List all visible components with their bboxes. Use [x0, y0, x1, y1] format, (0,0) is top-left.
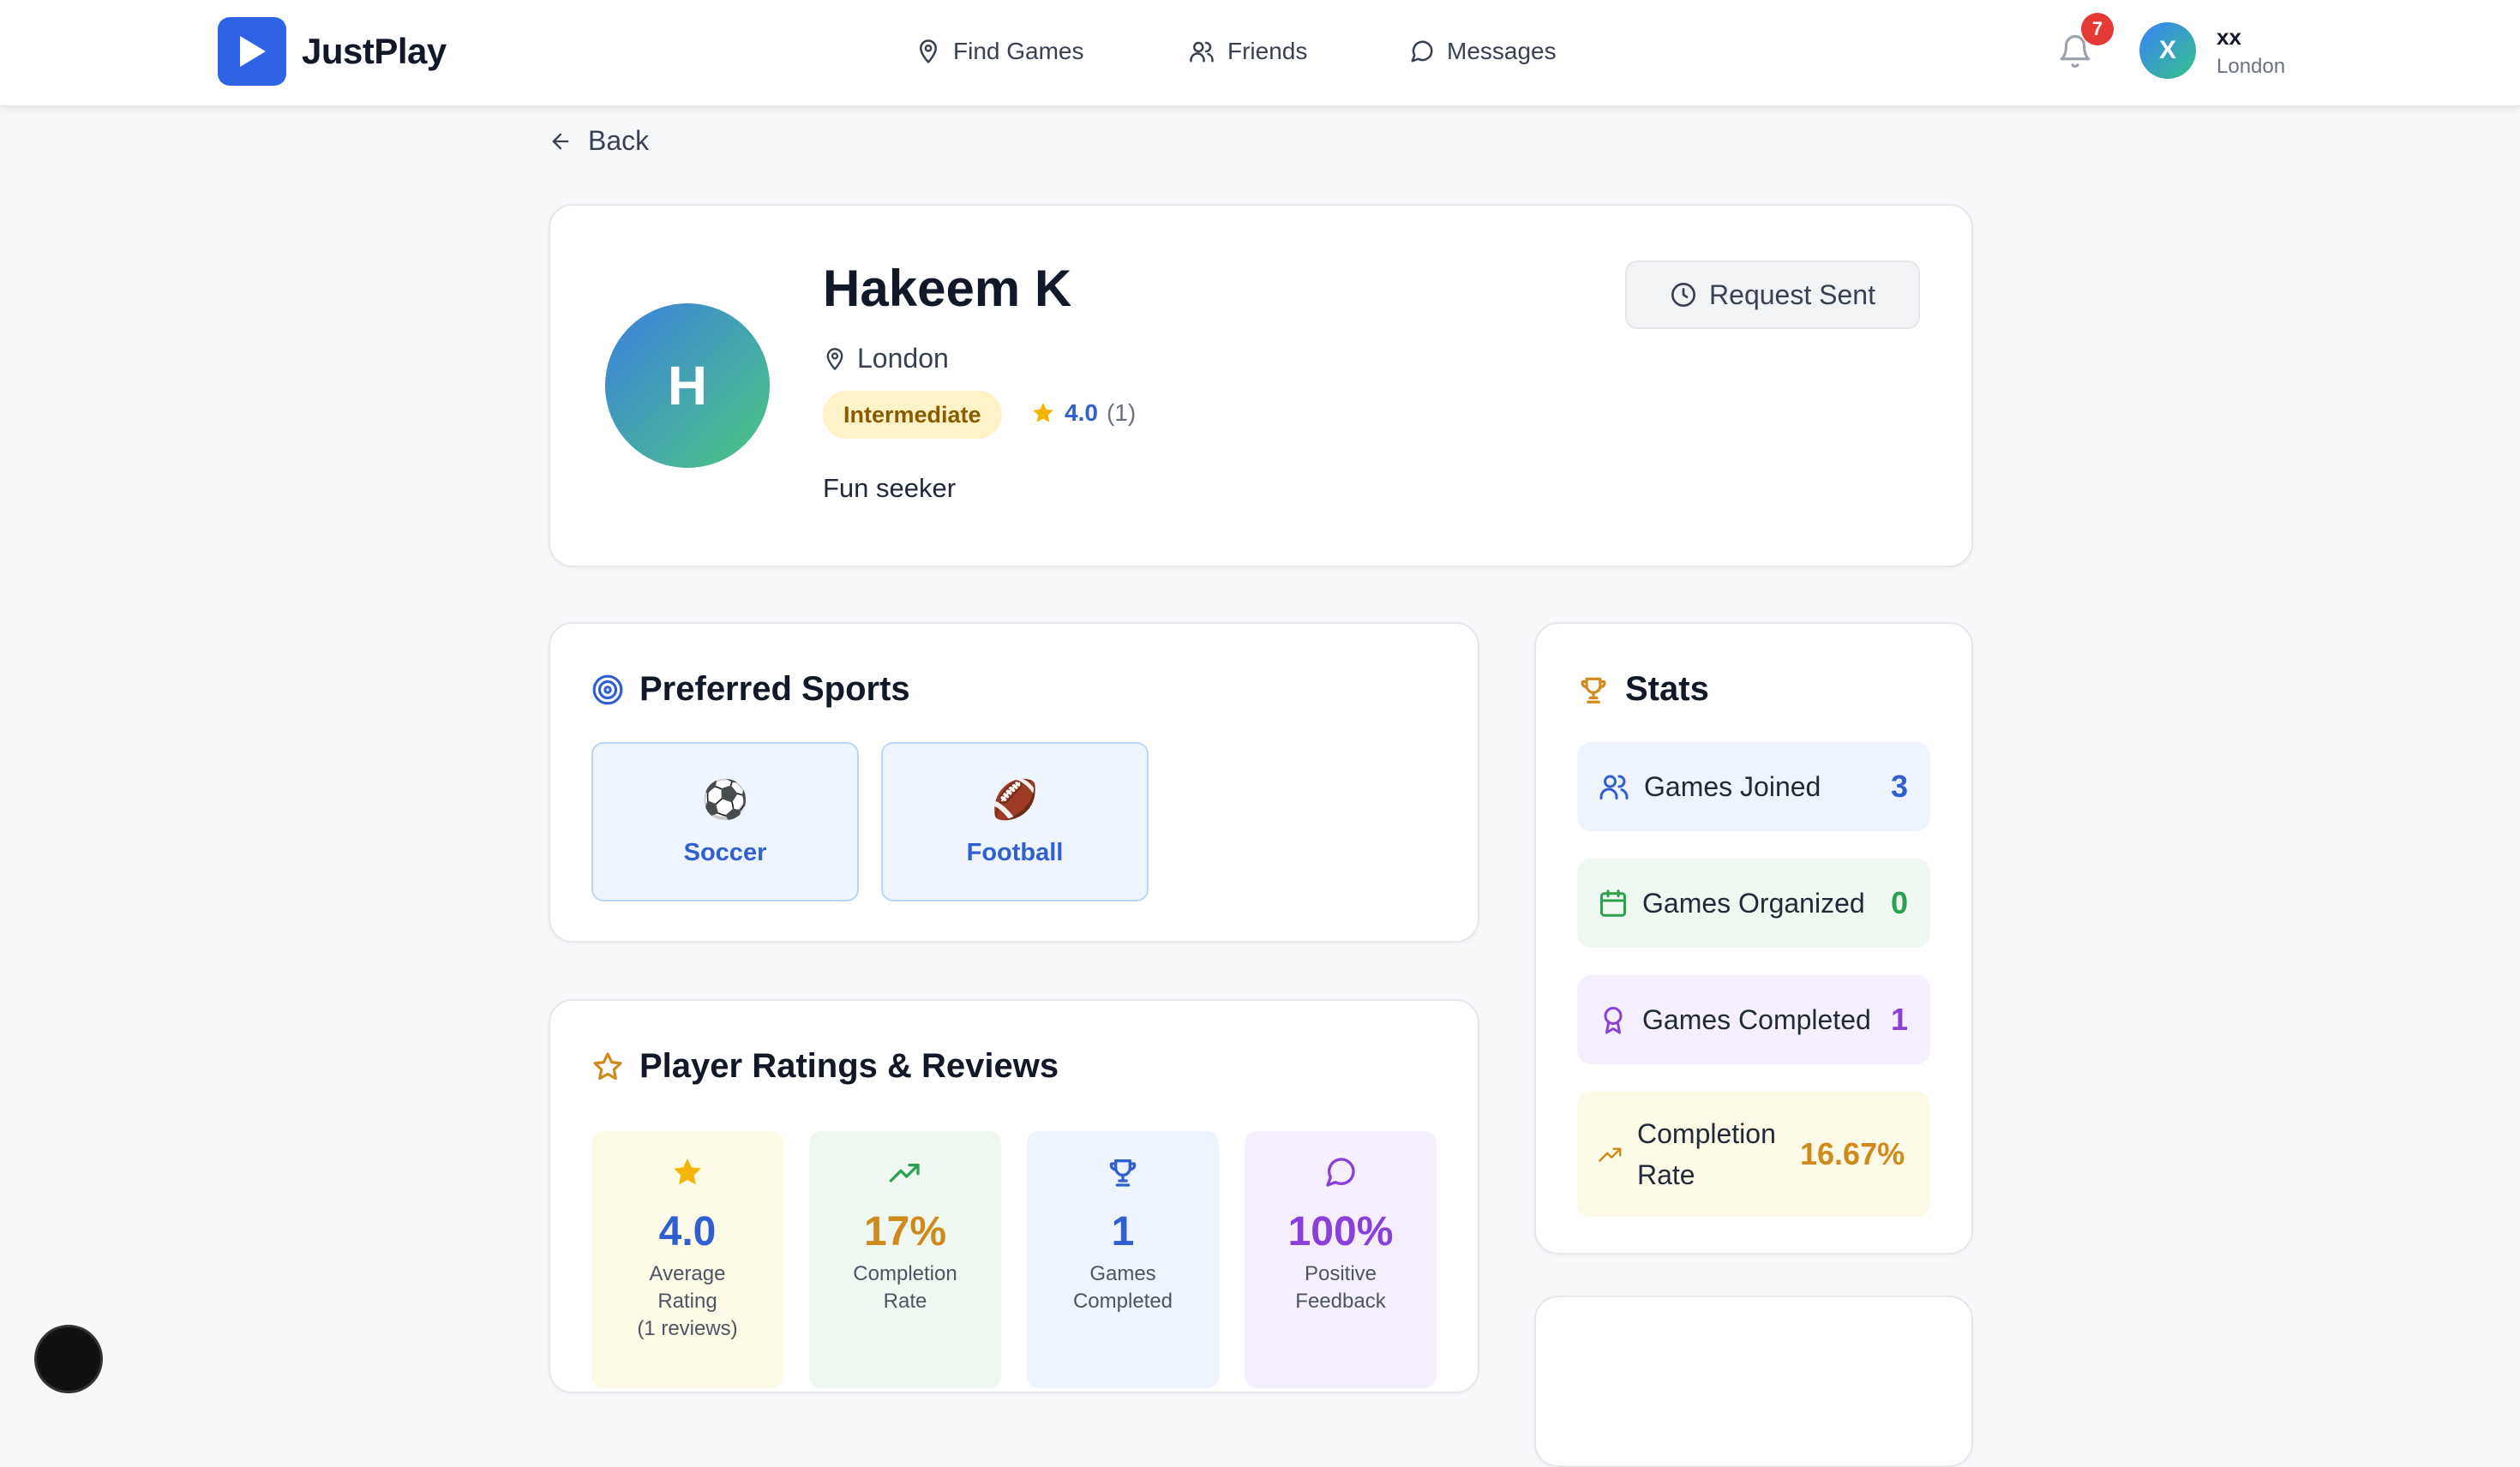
target-icon: [592, 674, 623, 704]
nav-find-games[interactable]: Find Games: [915, 0, 1084, 103]
nav-messages-label: Messages: [1447, 38, 1557, 64]
clock-icon: [1671, 283, 1696, 307]
rating-tile-label: (1 reviews): [637, 1317, 738, 1340]
preferred-sports-title: Preferred Sports: [639, 670, 910, 708]
soccer-ball-icon: ⚽: [701, 778, 749, 821]
rating-tile-label: Completion: [853, 1262, 957, 1285]
stat-completion-rate: Completion Rate 16.67%: [1577, 1092, 1930, 1217]
preferred-sports-heading: Preferred Sports: [591, 670, 910, 709]
brand-logo[interactable]: JustPlay: [218, 17, 447, 86]
user-location: London: [2217, 55, 2286, 78]
users-icon: [1190, 41, 1214, 63]
stat-value: 1: [1890, 1002, 1908, 1037]
rating-tile-label: Completed: [1072, 1290, 1173, 1313]
message-circle-icon: [1411, 40, 1433, 63]
nav-friends-label: Friends: [1227, 38, 1308, 64]
stat-value: 16.67%: [1800, 1136, 1905, 1171]
profile-location: London: [823, 343, 949, 374]
user-name[interactable]: xx: [2217, 24, 2241, 51]
corner-badge[interactable]: [34, 1325, 103, 1393]
rating-tile-completion: 17% Completion Rate: [809, 1131, 1001, 1388]
sport-tile-soccer[interactable]: ⚽ Soccer: [591, 742, 859, 901]
rating-tile-average: 4.0 Average Rating (1 reviews): [591, 1131, 783, 1388]
rating-tile-games-completed: 1 Games Completed: [1027, 1131, 1219, 1388]
american-football-icon: 🏈: [991, 778, 1039, 821]
nav-find-games-label: Find Games: [953, 38, 1084, 64]
rating-tile-positive-feedback: 100% Positive Feedback: [1245, 1131, 1437, 1388]
ratings-title: Player Ratings & Reviews: [639, 1047, 1059, 1085]
rating-tile-value: 17%: [863, 1209, 947, 1254]
stat-value: 3: [1890, 769, 1908, 804]
award-icon: [1604, 1007, 1623, 1034]
request-sent-button[interactable]: Request Sent: [1625, 260, 1920, 329]
users-icon: [1599, 775, 1629, 799]
profile-card: H Hakeem K London Intermediate 4.0 (1) F…: [549, 204, 1973, 567]
back-button[interactable]: Back: [549, 125, 649, 157]
map-pin-icon: [826, 347, 843, 370]
stat-games-joined: Games Joined 3: [1577, 742, 1930, 831]
profile-bio: Fun seeker: [823, 473, 957, 503]
rating-tile-label: Rate: [883, 1290, 927, 1313]
profile-location-text: London: [857, 343, 949, 374]
star-outline-icon: [593, 1051, 622, 1080]
arrow-left-icon: [552, 133, 569, 149]
rating-tile-label: Average: [649, 1262, 726, 1285]
nav-friends[interactable]: Friends: [1188, 0, 1307, 103]
play-icon: [218, 17, 286, 86]
brand-name: JustPlay: [302, 31, 447, 71]
stats-title: Stats: [1625, 670, 1709, 708]
message-circle-icon: [1326, 1158, 1355, 1187]
request-sent-label: Request Sent: [1709, 278, 1875, 310]
back-label: Back: [588, 125, 650, 156]
profile-rating-value: 4.0: [1065, 399, 1098, 426]
map-pin-icon: [920, 39, 937, 63]
trophy-icon: [1581, 677, 1606, 704]
ratings-heading: Player Ratings & Reviews: [591, 1047, 1059, 1086]
top-navigation-bar: JustPlay Find Games Friends Messages 7 X…: [0, 0, 2520, 106]
profile-name: Hakeem K: [823, 260, 1072, 317]
rating-tile-value: 4.0: [658, 1209, 717, 1254]
trophy-icon: [1109, 1159, 1137, 1187]
calendar-icon: [1600, 889, 1626, 917]
trending-up-icon: [1599, 1147, 1622, 1162]
sport-label: Soccer: [683, 838, 767, 866]
stat-label: Games Joined: [1644, 771, 1821, 802]
star-icon: [1033, 403, 1053, 422]
sport-label: Football: [966, 838, 1064, 866]
nav-messages[interactable]: Messages: [1409, 0, 1557, 103]
stat-label: Games Completed: [1642, 1004, 1871, 1035]
rating-tile-label: Feedback: [1295, 1290, 1386, 1313]
stats-heading: Stats: [1577, 670, 1709, 709]
secondary-sidebar-card: [1534, 1296, 1973, 1467]
profile-rating-count: (1): [1106, 399, 1137, 426]
stat-games-completed: Games Completed 1: [1577, 975, 1930, 1064]
skill-level-badge: Intermediate: [823, 391, 1002, 439]
sport-tile-football[interactable]: 🏈 Football: [881, 742, 1149, 901]
rating-tile-label: Positive: [1304, 1262, 1377, 1285]
star-icon: [674, 1159, 701, 1185]
rating-tile-value: 1: [1111, 1209, 1135, 1254]
rating-tile-value: 100%: [1287, 1209, 1394, 1254]
trending-up-icon: [889, 1164, 920, 1183]
preferred-sports-card: Preferred Sports ⚽ Soccer 🏈 Football: [549, 622, 1479, 943]
player-ratings-card: Player Ratings & Reviews 4.0 Average Rat…: [549, 999, 1479, 1393]
user-avatar[interactable]: X: [2139, 22, 2196, 79]
stat-label: Games Organized: [1642, 888, 1865, 919]
rating-tile-label: Rating: [657, 1290, 717, 1313]
stat-value: 0: [1890, 885, 1908, 920]
stat-label: Completion Rate: [1637, 1118, 1776, 1190]
stat-games-organized: Games Organized 0: [1577, 859, 1930, 948]
notification-count-badge: 7: [2081, 13, 2114, 45]
profile-avatar: H: [605, 303, 770, 468]
stats-card: Stats Games Joined 3 Games Organized 0 G…: [1534, 622, 1973, 1254]
rating-tile-label: Games: [1089, 1262, 1156, 1285]
profile-rating: 4.0 (1): [1030, 399, 1136, 427]
